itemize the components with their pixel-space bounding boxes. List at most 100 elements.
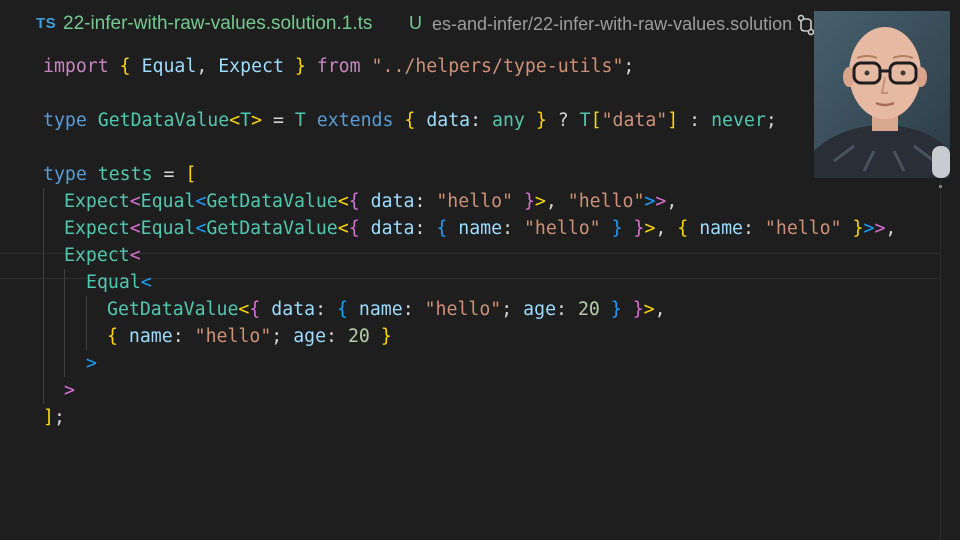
indent-guide <box>43 188 44 404</box>
code-token: > <box>644 218 656 239</box>
code-token: { <box>404 110 416 131</box>
code-token: } <box>633 218 645 239</box>
code-line-13[interactable]: > <box>64 377 75 404</box>
code-token: 20 <box>577 299 600 320</box>
code-token: : <box>414 218 426 239</box>
code-token: type <box>43 110 87 131</box>
code-line-7[interactable]: Expect<Equal<GetDataValue<{ data: { name… <box>64 215 896 242</box>
code-token: < <box>238 299 250 320</box>
code-token: > <box>874 218 886 239</box>
code-token: never <box>711 110 766 131</box>
tab-file-path: es-and-infer/22-infer-with-raw-values.so… <box>432 14 794 34</box>
code-token: : <box>556 299 567 320</box>
code-token: import <box>43 56 109 77</box>
code-token: 20 <box>347 326 370 347</box>
code-token: "hello" <box>436 191 513 212</box>
code-token: } <box>535 110 547 131</box>
code-token: : <box>470 110 482 131</box>
code-token: } <box>380 326 392 347</box>
code-token: ; <box>501 299 513 320</box>
code-token: , <box>885 218 897 239</box>
code-line-10[interactable]: GetDataValue<{ data: { name: "hello"; ag… <box>107 296 666 323</box>
code-token: GetDataValue <box>206 191 338 212</box>
code-token: type <box>43 164 87 185</box>
code-token: { <box>107 326 118 347</box>
git-untracked-badge: U <box>409 13 422 33</box>
code-token: name <box>699 218 744 239</box>
code-token: { <box>436 218 448 239</box>
code-token: , <box>655 218 667 239</box>
code-token: = <box>163 164 175 185</box>
code-token: "hello" <box>567 191 645 212</box>
code-token: GetDataValue <box>97 110 230 131</box>
code-token: } <box>610 299 622 320</box>
code-token: > <box>86 353 97 374</box>
code-line-14[interactable]: ]; <box>43 404 65 431</box>
code-token: > <box>643 299 655 320</box>
code-token: Equal <box>140 218 196 239</box>
code-line-5[interactable]: type tests = [ <box>43 161 196 188</box>
code-token: > <box>644 191 656 212</box>
code-line-3[interactable]: type GetDataValue<T> = T extends { data:… <box>43 107 777 134</box>
code-line-8[interactable]: Expect< <box>64 242 141 269</box>
code-token: : <box>172 326 184 347</box>
code-token: : <box>414 191 426 212</box>
code-token: T <box>294 110 306 131</box>
code-token: tests <box>97 164 153 185</box>
code-line-11[interactable]: { name: "hello"; age: 20 } <box>107 323 392 350</box>
code-token: extends <box>316 110 394 131</box>
typescript-file-icon: TS <box>36 15 57 32</box>
code-token: ; <box>623 56 635 77</box>
code-token: [ <box>590 110 602 131</box>
code-token: > <box>534 191 546 212</box>
code-token: : <box>326 326 337 347</box>
code-token: data <box>426 110 471 131</box>
code-token: ; <box>765 110 777 131</box>
code-token: Expect <box>64 191 130 212</box>
code-token: name <box>128 326 173 347</box>
overview-ruler-marker <box>939 185 942 188</box>
code-token: from <box>316 56 361 77</box>
code-line-9[interactable]: Equal< <box>86 269 152 296</box>
code-token: "../helpers/type-utils" <box>371 56 624 77</box>
code-token: } <box>632 299 644 320</box>
code-token: } <box>294 56 306 77</box>
code-token: } <box>523 191 535 212</box>
code-token: < <box>129 191 141 212</box>
code-token: < <box>337 191 349 212</box>
code-token: { <box>119 56 131 77</box>
code-editor[interactable]: import { Equal, Expect } from "../helper… <box>0 52 940 540</box>
code-token: > <box>863 218 875 239</box>
code-token: { <box>677 218 689 239</box>
code-line-12[interactable]: > <box>86 350 97 377</box>
code-token: Equal <box>140 191 196 212</box>
code-token: Expect <box>218 56 284 77</box>
code-token: ] <box>667 110 679 131</box>
code-token: { <box>348 218 360 239</box>
code-line-1[interactable]: import { Equal, Expect } from "../helper… <box>43 53 634 80</box>
code-token: "hello" <box>764 218 842 239</box>
code-token: : <box>315 299 327 320</box>
code-token: Expect <box>64 245 130 266</box>
code-token: = <box>272 110 284 131</box>
code-token: , <box>666 191 678 212</box>
code-token: name <box>458 218 503 239</box>
code-token: Equal <box>141 56 197 77</box>
code-token: "hello" <box>194 326 272 347</box>
code-token: Expect <box>64 218 130 239</box>
code-token: > <box>251 110 263 131</box>
code-token: data <box>271 299 316 320</box>
code-token: < <box>195 191 207 212</box>
code-line-6[interactable]: Expect<Equal<GetDataValue<{ data: "hello… <box>64 188 677 215</box>
code-token: ; <box>271 326 283 347</box>
code-token: data <box>370 218 415 239</box>
code-token: { <box>249 299 261 320</box>
code-token: > <box>655 191 667 212</box>
code-token: ? <box>557 110 569 131</box>
code-token: "hello" <box>523 218 601 239</box>
git-compare-icon[interactable] <box>797 14 815 36</box>
code-token: : <box>402 299 414 320</box>
tab-filename[interactable]: 22-infer-with-raw-values.solution.1.ts <box>63 13 372 35</box>
code-token: age <box>523 299 557 320</box>
indent-guide <box>64 269 65 377</box>
